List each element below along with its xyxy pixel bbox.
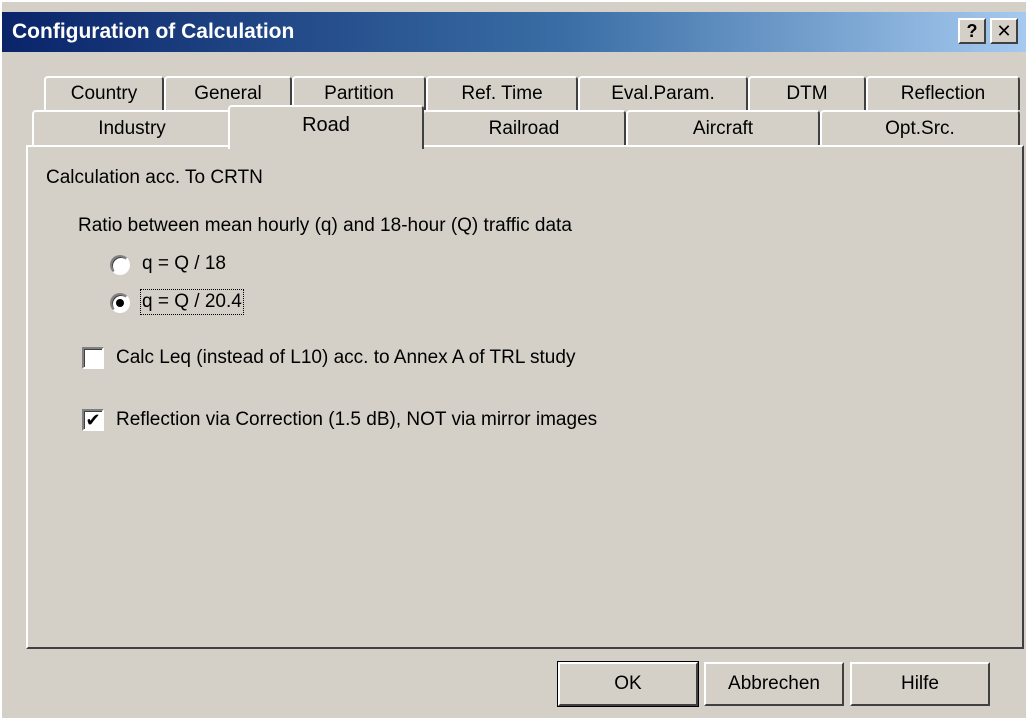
check-mark-icon: ✔ [85, 410, 101, 430]
radio-q18-label[interactable]: q = Q / 18 [142, 253, 226, 275]
tab-road[interactable]: Road [228, 105, 424, 149]
tab-ref-time[interactable]: Ref. Time [426, 76, 578, 110]
cancel-button[interactable]: Abbrechen [704, 662, 844, 706]
reflection-correction-label[interactable]: Reflection via Correction (1.5 dB), NOT … [116, 409, 597, 431]
reflection-correction-checkbox[interactable]: ✔ [82, 409, 104, 431]
radio-q20-4-label[interactable]: q = Q / 20.4 [140, 289, 244, 315]
tab-dtm[interactable]: DTM [748, 76, 866, 110]
tab-industry[interactable]: Industry [32, 110, 232, 146]
window-title: Configuration of Calculation [12, 20, 295, 43]
tab-country[interactable]: Country [44, 76, 164, 110]
tab-aircraft[interactable]: Aircraft [626, 110, 820, 146]
dialog-window: Configuration of Calculation ? ✕ Country… [0, 0, 1026, 718]
radio-q18[interactable] [110, 255, 130, 275]
radio-q20-4[interactable] [110, 293, 130, 313]
tab-opt-src[interactable]: Opt.Src. [820, 110, 1020, 146]
close-icon[interactable]: ✕ [990, 18, 1018, 44]
road-tab-panel: Calculation acc. To CRTN Ratio between m… [26, 145, 1024, 649]
help-icon[interactable]: ? [958, 18, 986, 44]
calc-leq-label[interactable]: Calc Leq (instead of L10) acc. to Annex … [116, 347, 575, 369]
calculation-heading: Calculation acc. To CRTN [46, 167, 263, 188]
tab-reflection[interactable]: Reflection [866, 76, 1020, 110]
calc-leq-checkbox[interactable] [82, 347, 104, 369]
ok-button[interactable]: OK [557, 661, 699, 707]
tab-eval-param[interactable]: Eval.Param. [578, 76, 748, 110]
ratio-label: Ratio between mean hourly (q) and 18-hou… [78, 215, 572, 236]
tab-railroad[interactable]: Railroad [422, 110, 626, 146]
title-bar[interactable]: Configuration of Calculation ? ✕ [2, 12, 1026, 52]
radio-selected-dot [116, 299, 124, 307]
help-button[interactable]: Hilfe [850, 662, 990, 706]
